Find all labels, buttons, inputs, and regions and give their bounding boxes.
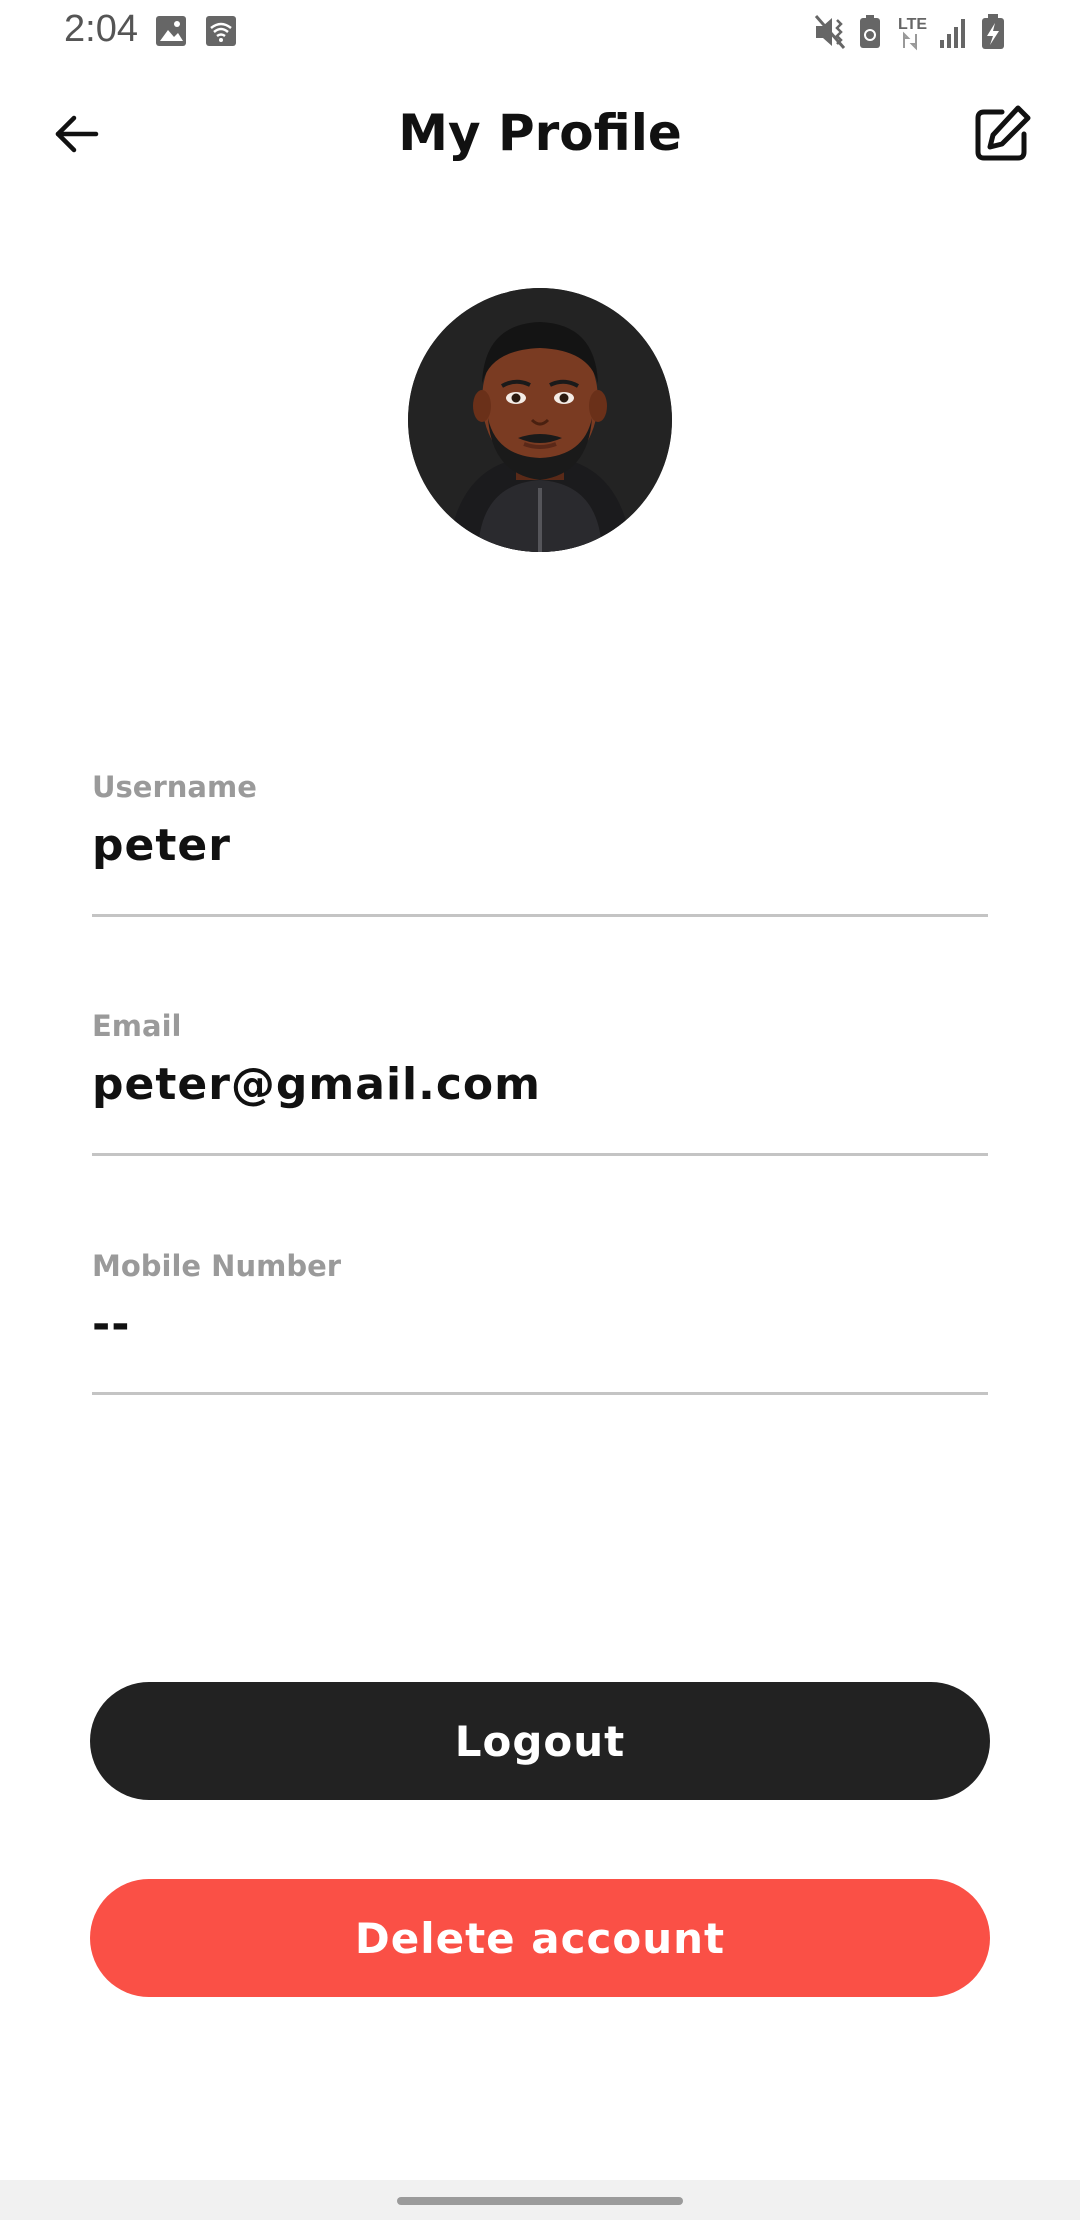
username-label: Username: [92, 770, 257, 804]
wifi-calling-icon: [206, 16, 236, 46]
logout-button[interactable]: Logout: [90, 1682, 990, 1800]
mobile-number-value: --: [92, 1299, 131, 1350]
status-left-icons: [156, 14, 256, 52]
page-title: My Profile: [398, 104, 682, 162]
svg-text:LTE: LTE: [898, 16, 927, 33]
gesture-nav-bar: [0, 2180, 1080, 2220]
status-bar: 2:04 LTE: [0, 0, 1080, 62]
mobile-number-label: Mobile Number: [92, 1249, 342, 1283]
email-value: peter@gmail.com: [92, 1059, 541, 1110]
username-field: Username peter: [92, 770, 988, 917]
email-field: Email peter@gmail.com: [92, 1009, 988, 1156]
delete-account-button-label: Delete account: [354, 1913, 726, 1963]
battery-charging-icon: [982, 14, 1004, 49]
vibrate-mute-icon: [814, 15, 846, 49]
signal-icon: [940, 19, 965, 48]
battery-saver-icon: [860, 15, 880, 48]
email-label: Email: [92, 1009, 182, 1043]
status-time: 2:04: [64, 8, 138, 50]
avatar: [408, 288, 672, 552]
home-indicator[interactable]: [397, 2197, 683, 2205]
lte-data-icon: LTE: [898, 16, 927, 51]
app-bar: My Profile: [0, 78, 1080, 198]
image-icon: [156, 16, 186, 46]
status-right-icons: LTE: [814, 12, 1024, 56]
edit-profile-button[interactable]: [964, 98, 1040, 174]
delete-account-button[interactable]: Delete account: [90, 1879, 990, 1997]
username-value: peter: [92, 820, 231, 871]
mobile-number-field: Mobile Number --: [92, 1249, 988, 1395]
edit-icon: [972, 104, 1032, 168]
logout-button-label: Logout: [454, 1716, 626, 1766]
